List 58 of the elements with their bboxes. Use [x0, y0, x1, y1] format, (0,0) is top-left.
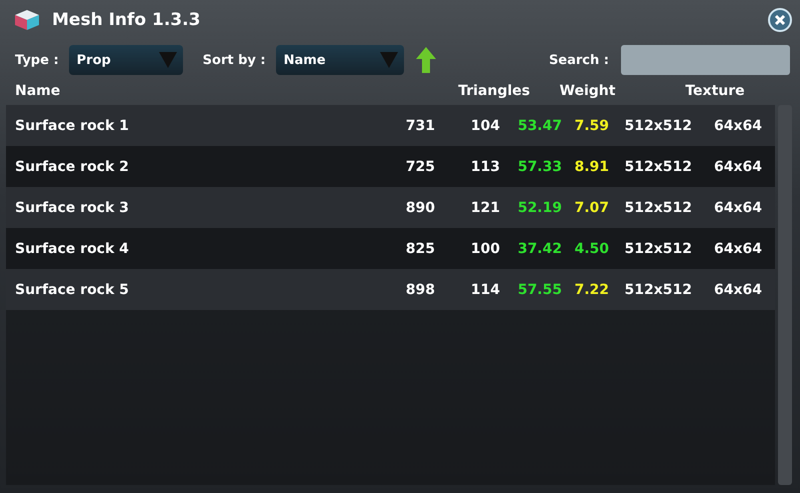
table-cell: 113: [470, 158, 500, 174]
table-cell: 512x512: [624, 200, 692, 216]
table-cell: 731: [406, 118, 435, 134]
table-cell: 512x512: [624, 240, 692, 256]
column-header: Triangles: [458, 83, 530, 99]
table-cell: 37.42: [518, 240, 562, 256]
table-cell: 64x64: [714, 240, 762, 256]
table-cell: Surface rock 3: [15, 200, 129, 216]
close-button[interactable]: [768, 8, 792, 32]
column-header: Texture: [685, 83, 745, 99]
table-cell: 104: [470, 118, 500, 134]
table-cell: 898: [406, 282, 435, 298]
sort-dropdown[interactable]: Name: [276, 45, 404, 75]
table-cell: Surface rock 1: [15, 118, 129, 134]
mesh-row[interactable]: Surface rock 2 725 113 57.33 8.91 512x512 64x64: [6, 146, 775, 187]
table-cell: 512x512: [624, 282, 692, 298]
search-label: Search :: [548, 52, 609, 68]
table-cell: 4.50: [574, 240, 609, 256]
table-cell: 8.91: [574, 158, 609, 174]
sort-label: Sort by :: [202, 52, 266, 68]
dropdown-arrow-icon: [158, 52, 177, 68]
close-icon: [774, 14, 786, 26]
table-cell: 7.59: [574, 118, 609, 134]
column-header: Name: [15, 83, 60, 99]
table-cell: Surface rock 4: [15, 240, 129, 256]
app-icon: [12, 7, 42, 33]
table-cell: 121: [470, 200, 500, 216]
table-cell: 53.47: [518, 118, 562, 134]
table-cell: 64x64: [714, 158, 762, 174]
table-cell: 100: [470, 240, 500, 256]
type-label: Type :: [15, 52, 59, 68]
mesh-row[interactable]: Surface rock 5 898 114 57.55 7.22 512x512 64x64: [6, 269, 775, 310]
column-header: Weight: [560, 83, 616, 99]
table-cell: 114: [470, 282, 500, 298]
window-title: Mesh Info 1.3.3: [52, 10, 202, 30]
table-cell: Surface rock 5: [15, 282, 129, 298]
scrollbar[interactable]: [778, 105, 792, 485]
table-cell: 57.55: [518, 282, 562, 298]
table-cell: Surface rock 2: [15, 158, 129, 174]
table-cell: 512x512: [624, 118, 692, 134]
type-dropdown[interactable]: Prop: [68, 45, 183, 75]
search-field[interactable]: [621, 45, 790, 75]
table-cell: 7.07: [574, 200, 609, 216]
table-cell: 890: [406, 200, 435, 216]
table-cell: 64x64: [714, 118, 762, 134]
mesh-row[interactable]: Surface rock 1 731 104 53.47 7.59 512x512 64x64: [6, 105, 775, 146]
mesh-row[interactable]: Surface rock 4 825 100 37.42 4.50 512x512 64x64: [6, 228, 775, 269]
sort-arrow-icon[interactable]: [416, 47, 436, 73]
mesh-row[interactable]: Surface rock 3 890 121 52.19 7.07 512x512 64x64: [6, 187, 775, 228]
table-cell: 52.19: [518, 200, 562, 216]
table-cell: 57.33: [518, 158, 562, 174]
dropdown-arrow-icon: [380, 52, 398, 68]
table-cell: 725: [406, 158, 435, 174]
table-cell: 64x64: [714, 282, 762, 298]
table-cell: 7.22: [574, 282, 609, 298]
table-cell: 64x64: [714, 200, 762, 216]
table-cell: 512x512: [624, 158, 692, 174]
table-cell: 825: [406, 240, 435, 256]
